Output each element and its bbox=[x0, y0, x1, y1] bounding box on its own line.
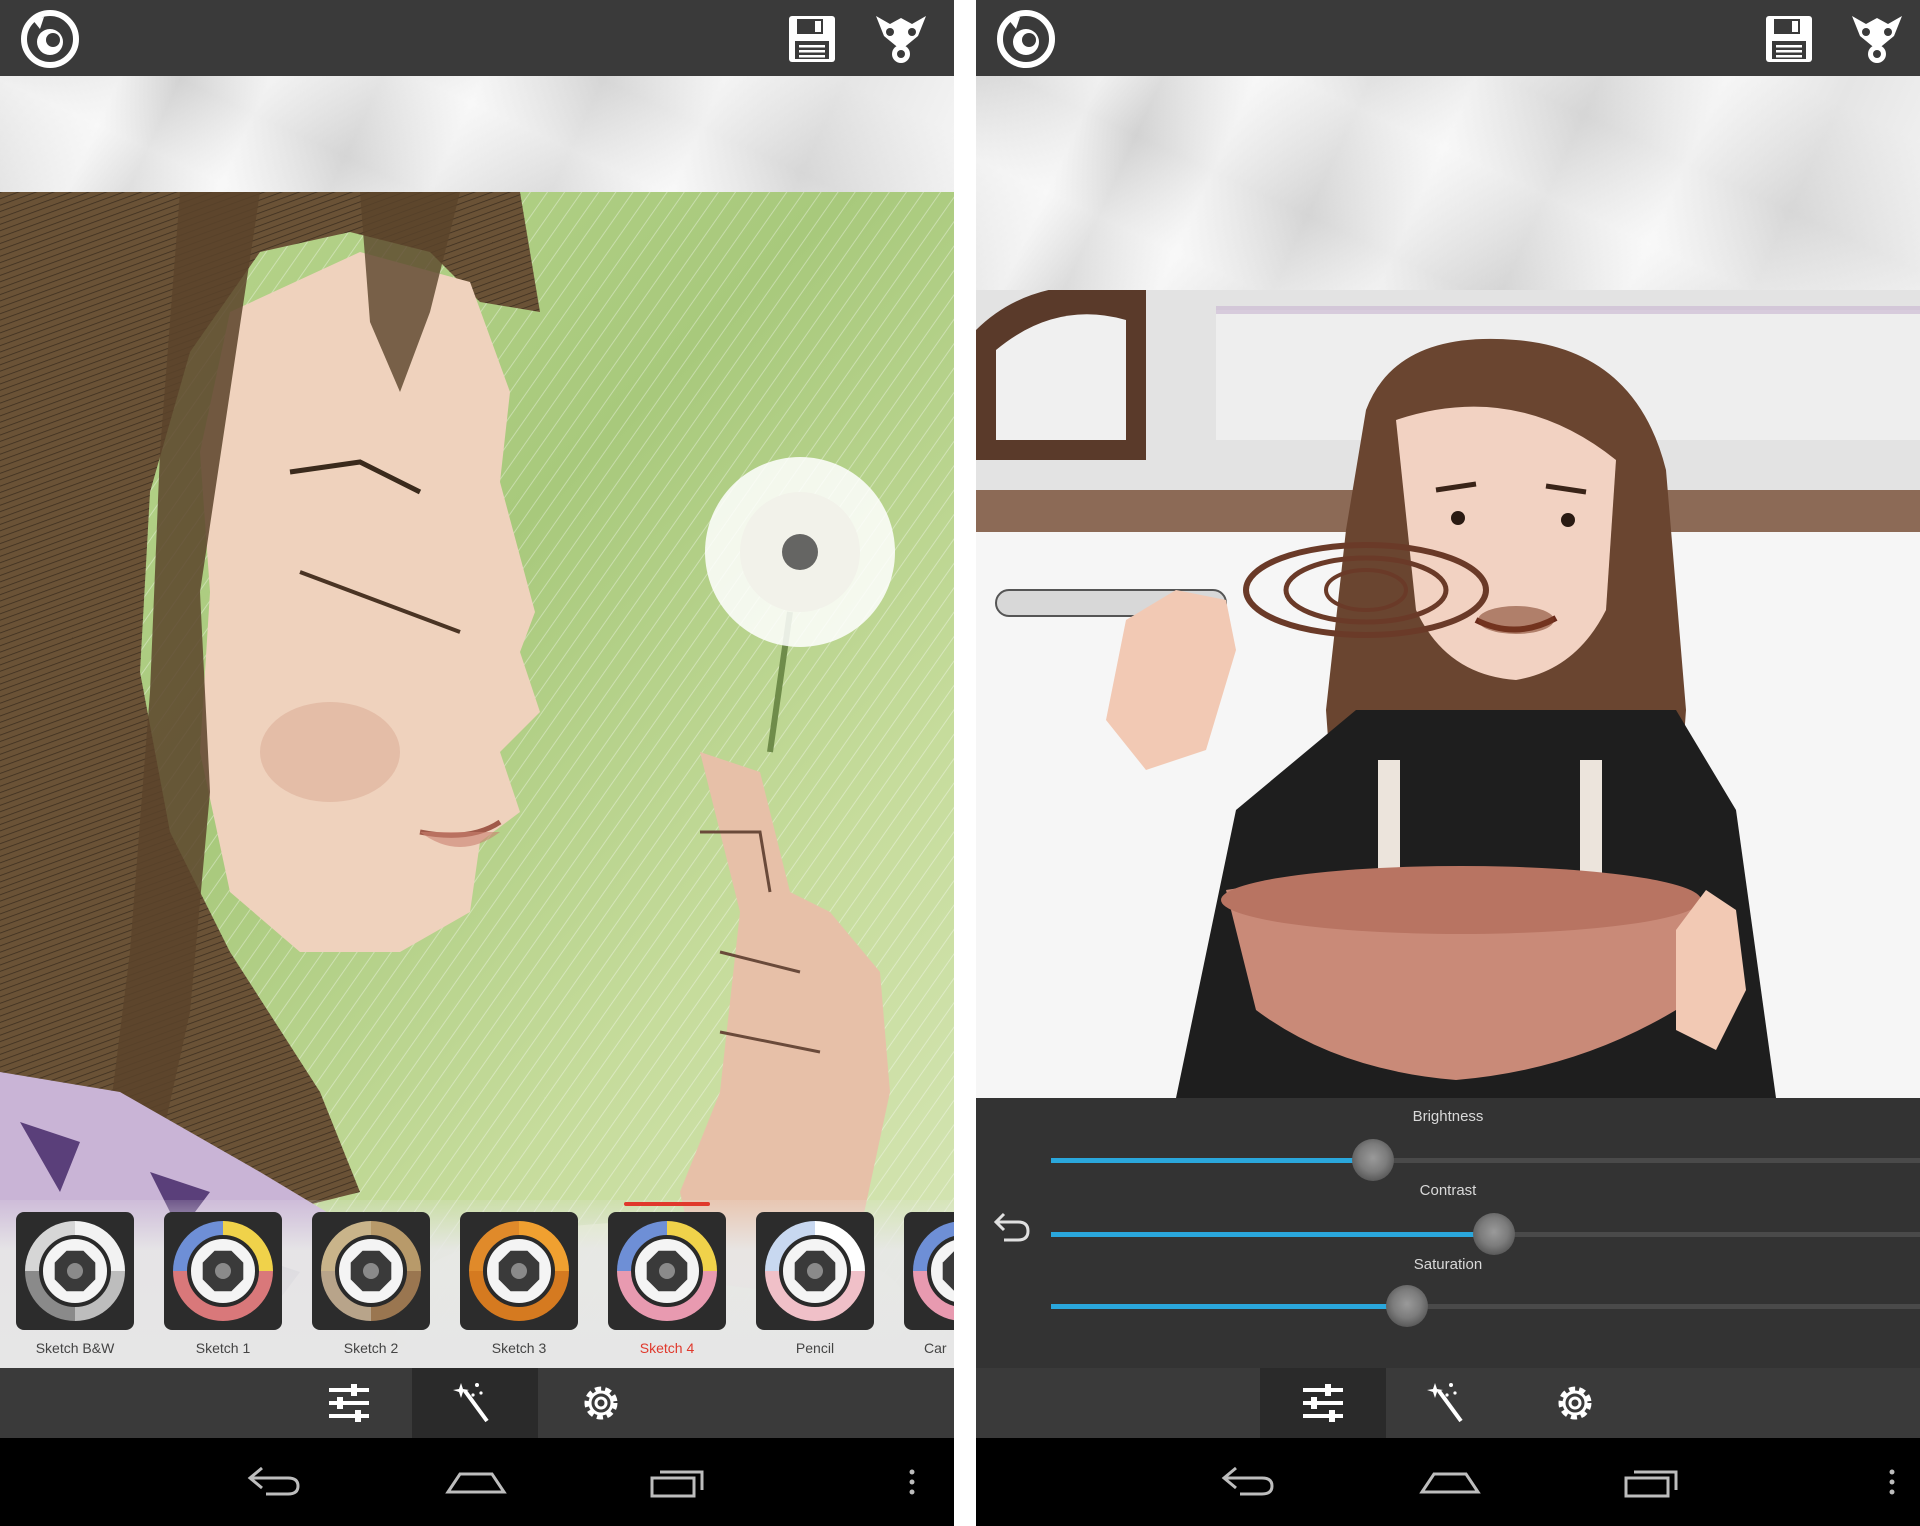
slider-thumb[interactable] bbox=[1352, 1139, 1394, 1181]
share-icon[interactable] bbox=[1848, 10, 1906, 66]
gear-icon bbox=[1558, 1386, 1592, 1420]
settings-tab[interactable] bbox=[1512, 1368, 1638, 1438]
app-logo-icon[interactable] bbox=[996, 9, 1056, 69]
effects-tab[interactable] bbox=[1386, 1368, 1512, 1438]
back-icon[interactable] bbox=[1214, 1452, 1284, 1512]
filter-thumbnail bbox=[608, 1212, 726, 1330]
filter-label: Pencil bbox=[795, 1340, 835, 1356]
contrast-label: Contrast bbox=[1419, 1182, 1477, 1199]
home-icon[interactable] bbox=[440, 1452, 510, 1512]
filter-item[interactable]: Sketch B&W bbox=[16, 1212, 134, 1360]
slider-thumb[interactable] bbox=[1386, 1285, 1428, 1327]
sliders-icon bbox=[1303, 1384, 1343, 1422]
app-logo-icon[interactable] bbox=[20, 9, 80, 69]
slider-thumb[interactable] bbox=[1473, 1213, 1515, 1255]
overflow-menu-icon[interactable] bbox=[1887, 1468, 1897, 1498]
system-nav-bar bbox=[0, 1438, 954, 1526]
filter-item[interactable]: Sketch 2 bbox=[312, 1212, 430, 1360]
save-icon[interactable] bbox=[785, 12, 839, 66]
share-icon[interactable] bbox=[872, 10, 930, 66]
magic-wand-icon bbox=[453, 1383, 489, 1423]
undo-icon[interactable] bbox=[992, 1206, 1032, 1246]
back-icon[interactable] bbox=[240, 1452, 310, 1512]
slider-fill bbox=[1051, 1304, 1407, 1309]
bottom-toolbar bbox=[0, 1368, 954, 1438]
filter-item[interactable]: Pencil bbox=[756, 1212, 874, 1360]
paper-texture-border bbox=[0, 76, 954, 192]
home-icon[interactable] bbox=[1414, 1452, 1484, 1512]
saturation-slider[interactable] bbox=[1051, 1285, 1920, 1327]
filter-label: Sketch 1 bbox=[195, 1340, 251, 1356]
sliders-icon bbox=[329, 1384, 369, 1422]
left-phone-screen: Sketch B&W Sketch 1 Sketch 2 Sketch 3 Sk… bbox=[0, 0, 954, 1526]
overflow-menu-icon[interactable] bbox=[907, 1468, 917, 1498]
filter-thumbnail bbox=[16, 1212, 134, 1330]
bottom-toolbar bbox=[976, 1368, 1920, 1438]
filter-label: Sketch 4 bbox=[639, 1340, 695, 1356]
filter-label: Car bbox=[924, 1340, 947, 1356]
gear-icon bbox=[584, 1386, 618, 1420]
filter-thumbnail bbox=[756, 1212, 874, 1330]
settings-tab[interactable] bbox=[538, 1368, 664, 1438]
filter-thumbnail bbox=[312, 1212, 430, 1330]
photo-preview[interactable] bbox=[976, 290, 1920, 1098]
adjust-tab[interactable] bbox=[1260, 1368, 1386, 1438]
paper-texture-border bbox=[976, 76, 1920, 290]
saturation-label: Saturation bbox=[1413, 1256, 1483, 1273]
filter-item[interactable]: Sketch 1 bbox=[164, 1212, 282, 1360]
slider-fill bbox=[1051, 1158, 1373, 1163]
action-bar bbox=[0, 0, 954, 76]
filter-thumbnail bbox=[460, 1212, 578, 1330]
recents-icon[interactable] bbox=[1616, 1452, 1686, 1512]
adjustment-panel: Brightness Contrast Saturation bbox=[976, 1098, 1920, 1368]
selection-indicator bbox=[624, 1202, 710, 1206]
filter-item[interactable]: Car bbox=[904, 1212, 954, 1360]
brightness-slider[interactable] bbox=[1051, 1139, 1920, 1181]
adjust-tab[interactable] bbox=[286, 1368, 412, 1438]
brightness-label: Brightness bbox=[1412, 1108, 1484, 1125]
action-bar bbox=[976, 0, 1920, 76]
system-nav-bar bbox=[976, 1438, 1920, 1526]
photo-preview[interactable] bbox=[0, 192, 954, 1368]
magic-wand-icon bbox=[1427, 1383, 1463, 1423]
filter-label: Sketch B&W bbox=[35, 1340, 115, 1356]
right-phone-screen: Brightness Contrast Saturation bbox=[976, 0, 1920, 1526]
filter-thumbnail bbox=[164, 1212, 282, 1330]
screenshot-divider bbox=[954, 0, 976, 1526]
slider-fill bbox=[1051, 1232, 1494, 1237]
filter-thumbnail bbox=[904, 1212, 954, 1330]
save-icon[interactable] bbox=[1762, 12, 1816, 66]
recents-icon[interactable] bbox=[642, 1452, 712, 1512]
filter-item[interactable]: Sketch 3 bbox=[460, 1212, 578, 1360]
filter-strip: Sketch B&W Sketch 1 Sketch 2 Sketch 3 Sk… bbox=[0, 1200, 954, 1368]
contrast-slider[interactable] bbox=[1051, 1213, 1920, 1255]
filter-label: Sketch 3 bbox=[491, 1340, 547, 1356]
filter-label: Sketch 2 bbox=[343, 1340, 399, 1356]
effects-tab[interactable] bbox=[412, 1368, 538, 1438]
filter-item-selected[interactable]: Sketch 4 bbox=[608, 1202, 726, 1360]
